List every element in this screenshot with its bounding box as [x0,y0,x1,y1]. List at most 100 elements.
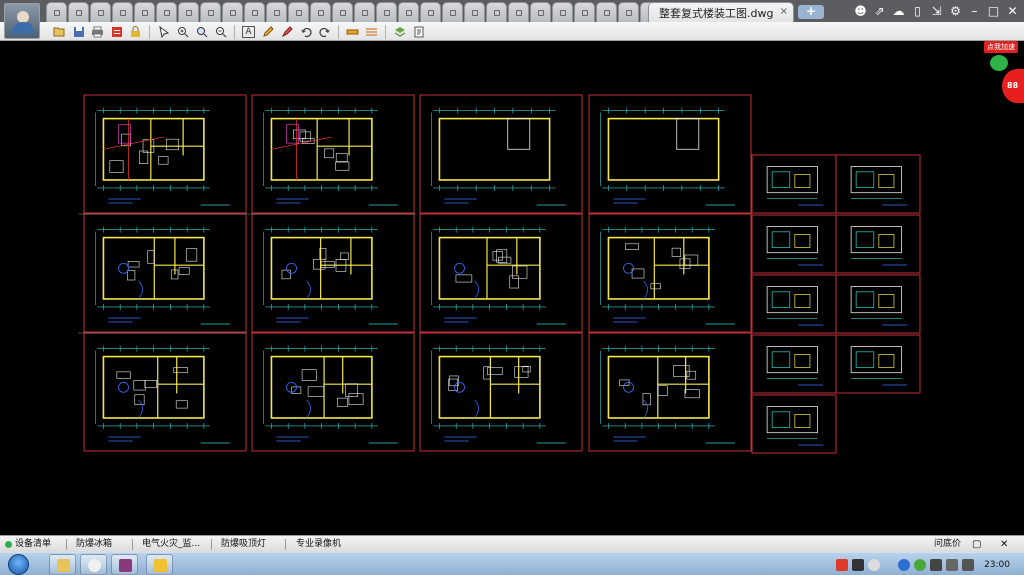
drawing-canvas[interactable]: 点我加速 88 [0,41,1024,535]
text-icon[interactable]: A [239,23,258,40]
lock-icon[interactable] [126,23,145,40]
phone-icon[interactable]: ▯ [908,1,927,21]
file-tab[interactable] [596,2,617,22]
taskbar-app-avatar[interactable] [80,554,107,575]
file-tab[interactable] [332,2,353,22]
settings-icon[interactable]: ⚙ [946,1,965,21]
drawing-sheet[interactable] [751,154,837,214]
security-icon[interactable] [898,558,911,571]
input-method-icon[interactable] [836,558,849,571]
close-tab-icon[interactable]: × [780,6,788,17]
clock[interactable]: 23:00 [984,560,1010,570]
tab-active-drawing[interactable]: 整套复式楼装工图.dwg × [648,2,794,22]
file-tab[interactable] [266,2,287,22]
notes-icon[interactable] [409,23,428,40]
layers-icon[interactable] [390,23,409,40]
maximize-icon[interactable]: □ [984,1,1003,21]
network-speed-icon[interactable] [914,558,927,571]
file-tab[interactable] [354,2,375,22]
file-tab[interactable] [156,2,177,22]
drawing-sheet[interactable] [835,214,921,274]
file-tab[interactable] [288,2,309,22]
file-tab[interactable] [310,2,331,22]
drawing-sheet[interactable] [835,334,921,394]
drawing-sheet[interactable] [751,214,837,274]
file-tab[interactable] [508,2,529,22]
file-tab[interactable] [90,2,111,22]
cloud-icon[interactable]: ☁ [889,1,908,21]
highlight-icon[interactable] [277,23,296,40]
file-tab[interactable] [68,2,89,22]
drawing-sheet[interactable] [83,332,247,452]
measure-icon[interactable] [343,23,362,40]
speed-boost-tag[interactable]: 点我加速 [984,41,1018,53]
file-tab[interactable] [46,2,67,22]
drawing-sheet[interactable] [419,94,583,214]
file-tab[interactable] [244,2,265,22]
new-tab-button[interactable]: + [798,5,824,19]
drawing-sheet[interactable] [751,394,837,454]
file-tab[interactable] [200,2,221,22]
file-tab[interactable] [552,2,573,22]
close-bar-icon[interactable]: ✕ [1000,538,1008,551]
speed-boost-widget[interactable]: 点我加速 88 [984,41,1024,111]
user-avatar[interactable] [4,3,40,39]
minimize-icon[interactable]: – [965,1,984,21]
file-tab[interactable] [398,2,419,22]
file-tab[interactable] [530,2,551,22]
file-tab[interactable] [618,2,639,22]
recommend-item[interactable]: 防爆吸顶灯 [221,538,266,551]
export-icon[interactable]: ⇲ [927,1,946,21]
taskbar-explorer[interactable] [49,554,76,575]
drawing-sheet[interactable] [588,332,752,452]
start-button[interactable] [4,553,34,575]
file-tab[interactable] [222,2,243,22]
drawing-sheet[interactable] [419,213,583,333]
file-tab[interactable] [112,2,133,22]
drawing-sheet[interactable] [751,274,837,334]
drawing-sheet[interactable] [83,94,247,214]
drawing-sheet[interactable] [419,332,583,452]
open-icon[interactable] [50,23,69,40]
ask-price-link[interactable]: 问底价 [934,538,961,551]
chat-icon[interactable]: ▢ [972,538,981,551]
close-icon[interactable]: ✕ [1003,1,1022,21]
file-tab[interactable] [574,2,595,22]
clock-tray-icon[interactable] [868,558,881,571]
drawing-sheet[interactable] [588,94,752,214]
drawing-sheet[interactable] [251,213,415,333]
zoom-out-icon[interactable] [211,23,230,40]
file-tab[interactable] [134,2,155,22]
volume-icon[interactable] [962,558,975,571]
recommend-item[interactable]: 防爆冰箱 [76,538,112,551]
drawing-sheet[interactable] [751,334,837,394]
taskbar-app-cad-viewer[interactable] [146,554,173,575]
dimension-icon[interactable] [362,23,381,40]
user-icon[interactable]: ☻ [851,1,870,21]
drawing-sheet[interactable] [588,213,752,333]
pdf-icon[interactable] [107,23,126,40]
keyboard-icon[interactable] [852,558,865,571]
zoom-in-icon[interactable] [173,23,192,40]
pencil-icon[interactable] [258,23,277,40]
file-tab[interactable] [442,2,463,22]
drawing-sheet[interactable] [835,154,921,214]
recommend-item[interactable]: 设备清单 [15,538,51,551]
network-icon[interactable] [946,558,959,571]
taskbar-app-archive[interactable] [111,554,138,575]
drawing-sheet[interactable] [835,274,921,334]
drawing-sheet[interactable] [251,332,415,452]
drawing-sheet[interactable] [251,94,415,214]
file-tab[interactable] [376,2,397,22]
recommend-item[interactable]: 专业录像机 [296,538,341,551]
drawing-sheet[interactable] [83,213,247,333]
zoom-window-icon[interactable] [192,23,211,40]
save-icon[interactable] [69,23,88,40]
display-icon[interactable] [930,558,943,571]
share-icon[interactable]: ⇗ [870,1,889,21]
file-tab[interactable] [420,2,441,22]
file-tab[interactable] [464,2,485,22]
print-icon[interactable] [88,23,107,40]
file-tab[interactable] [486,2,507,22]
select-icon[interactable] [154,23,173,40]
